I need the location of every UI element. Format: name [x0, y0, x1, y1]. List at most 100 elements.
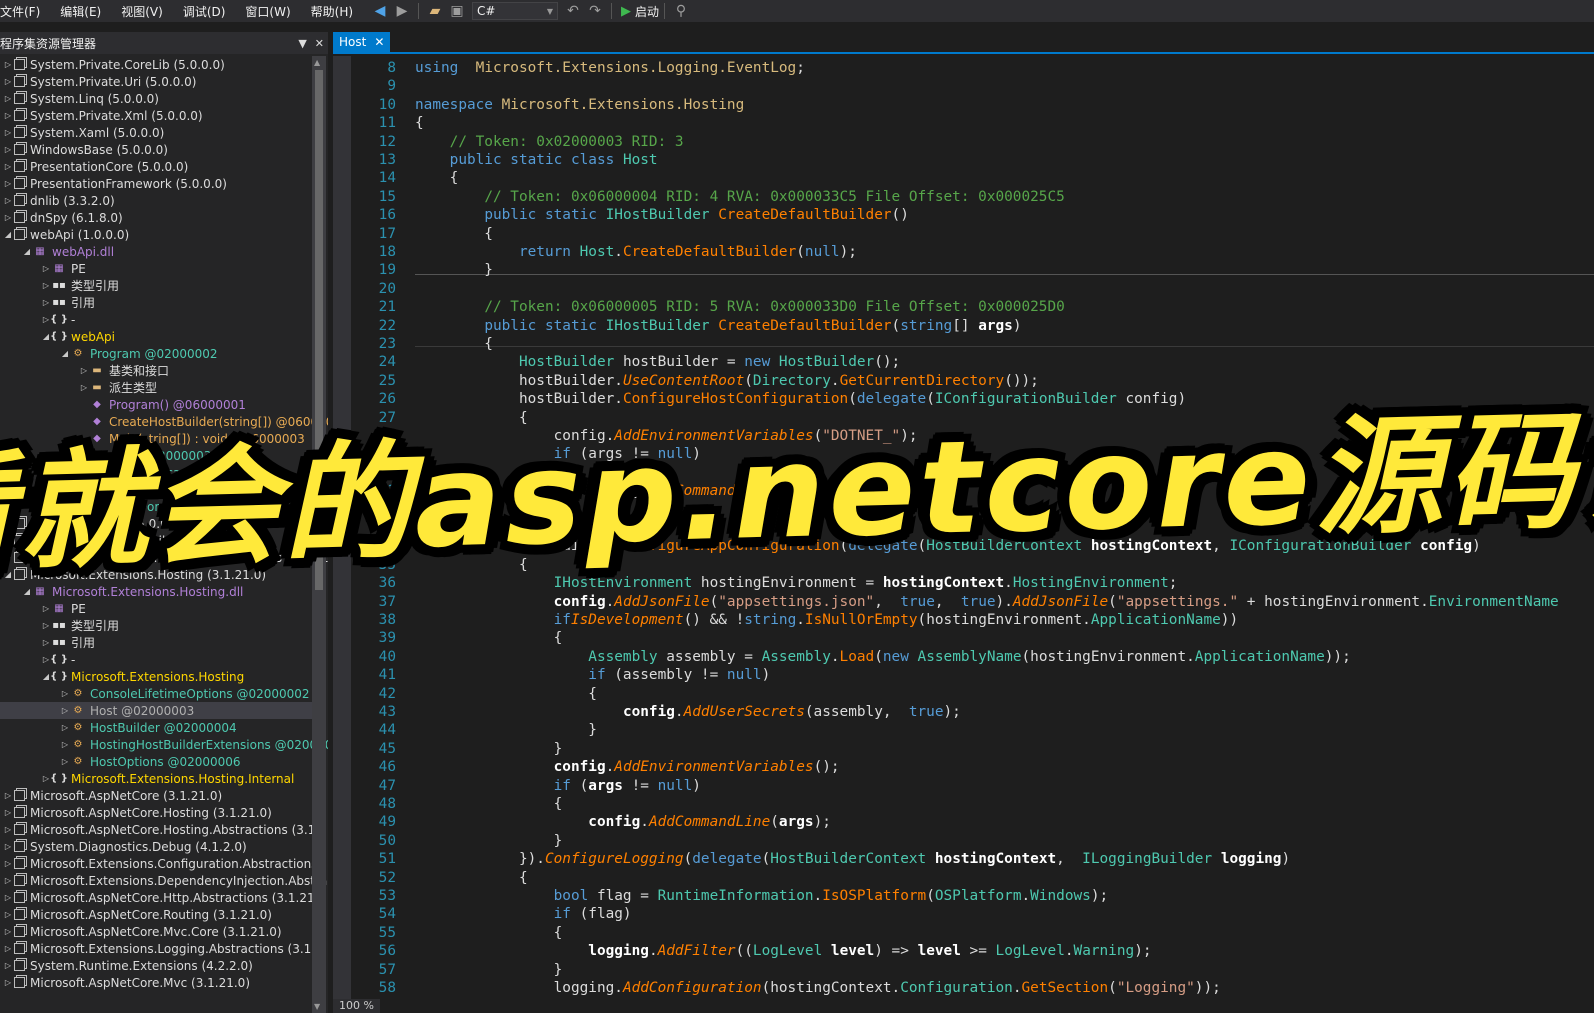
undo-icon[interactable]: ↶	[563, 1, 583, 21]
tree-item[interactable]: ▷ Microsoft.AspNetCore.Routing (3.1.21.0)	[0, 906, 312, 923]
close-icon[interactable]: ✕	[374, 35, 384, 49]
expand-icon[interactable]: ▷	[2, 213, 14, 222]
expand-icon[interactable]: ▷	[2, 978, 14, 987]
tree-item[interactable]: ▷{ } Microsoft.Extensions.Hosting.Interna…	[0, 770, 312, 787]
menu-debug[interactable]: 调试(D)	[173, 3, 236, 20]
expand-icon[interactable]: ▷	[2, 842, 14, 851]
tree-item[interactable]: ▷ dnSpy (6.1.8.0)	[0, 209, 312, 226]
expand-icon[interactable]: ▷	[78, 383, 90, 392]
tree-item[interactable]: ▷ PresentationFramework (5.0.0.0)	[0, 175, 312, 192]
tree-item[interactable]: ▷ System.Runtime.Extensions (4.2.2.0)	[0, 957, 312, 974]
tree-item[interactable]: ▷ dnlib (3.3.2.0)	[0, 192, 312, 209]
back-icon[interactable]: ◀	[370, 1, 390, 21]
expand-icon[interactable]: ▷	[40, 298, 52, 307]
expand-icon[interactable]: ▷	[2, 94, 14, 103]
expand-icon[interactable]: ▷	[2, 196, 14, 205]
tree-item[interactable]: ▷ ▪▪ 引用	[0, 634, 312, 651]
tree-item[interactable]: ▷ ▬ 派生类型	[0, 379, 312, 396]
menu-window[interactable]: 窗口(W)	[235, 3, 300, 20]
expand-icon[interactable]: ▷	[2, 145, 14, 154]
expand-icon[interactable]: ▷	[2, 77, 14, 86]
collapse-icon[interactable]: ◢	[2, 230, 14, 239]
tree-item[interactable]: ▷ System.Private.Xml (5.0.0.0)	[0, 107, 312, 124]
tree-item[interactable]: ◢{ } webApi	[0, 328, 312, 345]
save-icon[interactable]: ▣	[447, 1, 467, 21]
search-icon[interactable]: ⚲	[671, 1, 691, 21]
expand-icon[interactable]: ▷	[2, 876, 14, 885]
collapse-icon[interactable]: ◢	[21, 247, 33, 256]
tree-item[interactable]: ▷ Microsoft.AspNetCore.Mvc.Core (3.1.21.0…	[0, 923, 312, 940]
tree-item[interactable]: ▷ System.Linq (5.0.0.0)	[0, 90, 312, 107]
tree-item[interactable]: ▷ ⚙ ConsoleLifetimeOptions @02000002	[0, 685, 312, 702]
expand-icon[interactable]: ▷	[40, 604, 52, 613]
language-select[interactable]: C# ▼	[472, 2, 559, 20]
tab-host[interactable]: Host ✕	[333, 32, 391, 52]
expand-icon[interactable]: ▷	[2, 128, 14, 137]
tree-item[interactable]: ▷ System.Xaml (5.0.0.0)	[0, 124, 312, 141]
open-icon[interactable]: ▰	[425, 1, 445, 21]
expand-icon[interactable]: ▷	[40, 621, 52, 630]
expand-icon[interactable]: ▷	[78, 366, 90, 375]
redo-icon[interactable]: ↷	[585, 1, 605, 21]
tree-item[interactable]: ▷ System.Diagnostics.Debug (4.1.2.0)	[0, 838, 312, 855]
tree-item[interactable]: ▷ Microsoft.AspNetCore (3.1.21.0)	[0, 787, 312, 804]
expand-icon[interactable]: ▷	[59, 740, 71, 749]
tree-item[interactable]: ▷ ▪▪ 类型引用	[0, 617, 312, 634]
tree-item[interactable]: ▷ Microsoft.Extensions.Logging.Abstractio…	[0, 940, 323, 957]
expand-icon[interactable]: ▷	[2, 179, 14, 188]
expand-icon[interactable]: ▷	[59, 706, 71, 715]
expand-icon[interactable]: ▷	[2, 927, 14, 936]
menu-file[interactable]: 文件(F)	[0, 3, 50, 20]
tree-item[interactable]: ▷ ▦ PE	[0, 260, 312, 277]
expand-icon[interactable]: ▷	[59, 757, 71, 766]
expand-icon[interactable]: ▷	[2, 910, 14, 919]
tree-item[interactable]: ▷ ⚙ HostOptions @02000006	[0, 753, 312, 770]
menu-help[interactable]: 帮助(H)	[301, 3, 363, 20]
tree-item[interactable]: ▷ PresentationCore (5.0.0.0)	[0, 158, 312, 175]
scroll-down-icon[interactable]: ▼	[314, 1002, 320, 1011]
close-icon[interactable]: ✕	[315, 37, 324, 50]
dropdown-icon[interactable]: ▼	[298, 37, 306, 50]
tree-item[interactable]: ▷ Microsoft.Extensions.Configuration.Abst…	[0, 855, 326, 872]
tree-item[interactable]: ▷ ▪▪ 类型引用	[0, 277, 312, 294]
tree-item[interactable]: ▷ Microsoft.Extensions.DependencyInjectio…	[0, 872, 327, 889]
expand-icon[interactable]: ▷	[59, 723, 71, 732]
tree-item[interactable]: ▷{ } -	[0, 651, 312, 668]
tree-item[interactable]: ▷ ▪▪ 引用	[0, 294, 312, 311]
expand-icon[interactable]: ▷	[40, 281, 52, 290]
expand-icon[interactable]: ▷	[40, 638, 52, 647]
tree-item[interactable]: ◢ ▦ webApi.dll	[0, 243, 312, 260]
tree-item[interactable]: ▷ Microsoft.AspNetCore.Hosting.Abstractio…	[0, 821, 327, 838]
tree-item[interactable]: ▷ ⚙ HostingHostBuilderExtensions @02000005	[0, 736, 328, 753]
menu-view[interactable]: 视图(V)	[111, 3, 173, 20]
expand-icon[interactable]: ▷	[2, 111, 14, 120]
tree-item[interactable]: ▷ WindowsBase (5.0.0.0)	[0, 141, 312, 158]
expand-icon[interactable]: ▷	[2, 808, 14, 817]
tree-item[interactable]: ▷ ⚙ HostBuilder @02000004	[0, 719, 312, 736]
tree-item[interactable]: ▷ Microsoft.AspNetCore.Http.Abstractions …	[0, 889, 326, 906]
tree-item[interactable]: ▷ ▦ PE	[0, 600, 312, 617]
tree-item[interactable]: ◢ webApi (1.0.0.0)	[0, 226, 312, 243]
run-button[interactable]: ▶ 启动	[621, 3, 659, 20]
tree-item[interactable]: ▷ Microsoft.AspNetCore.Hosting (3.1.21.0)	[0, 804, 312, 821]
expand-icon[interactable]: ▷	[2, 162, 14, 171]
menu-edit[interactable]: 编辑(E)	[50, 3, 111, 20]
expand-icon[interactable]: ▷	[2, 791, 14, 800]
expand-icon[interactable]: ▷	[40, 264, 52, 273]
expand-icon[interactable]: ▷	[59, 689, 71, 698]
tree-item[interactable]: ▷ System.Private.CoreLib (5.0.0.0)	[0, 56, 312, 73]
tree-item[interactable]: ▷ System.Private.Uri (5.0.0.0)	[0, 73, 312, 90]
tree-item[interactable]: ▷ Microsoft.AspNetCore.Mvc (3.1.21.0)	[0, 974, 312, 991]
forward-icon[interactable]: ▶	[392, 1, 412, 21]
scroll-up-icon[interactable]: ▲	[314, 58, 320, 67]
tree-item[interactable]: ◢ ⚙ Program @02000002	[0, 345, 312, 362]
collapse-icon[interactable]: ◢	[59, 349, 71, 358]
expand-icon[interactable]: ▷	[2, 859, 14, 868]
expand-icon[interactable]: ▷	[2, 944, 14, 953]
expand-icon[interactable]: ▷	[2, 825, 14, 834]
tree-item[interactable]: ▷ ⚙ Host @02000003	[0, 702, 312, 719]
tree-item[interactable]: ◢{ } Microsoft.Extensions.Hosting	[0, 668, 312, 685]
expand-icon[interactable]: ▷	[2, 893, 14, 902]
tree-item[interactable]: ▷{ } -	[0, 311, 312, 328]
zoom-level[interactable]: 100 %	[333, 999, 380, 1013]
